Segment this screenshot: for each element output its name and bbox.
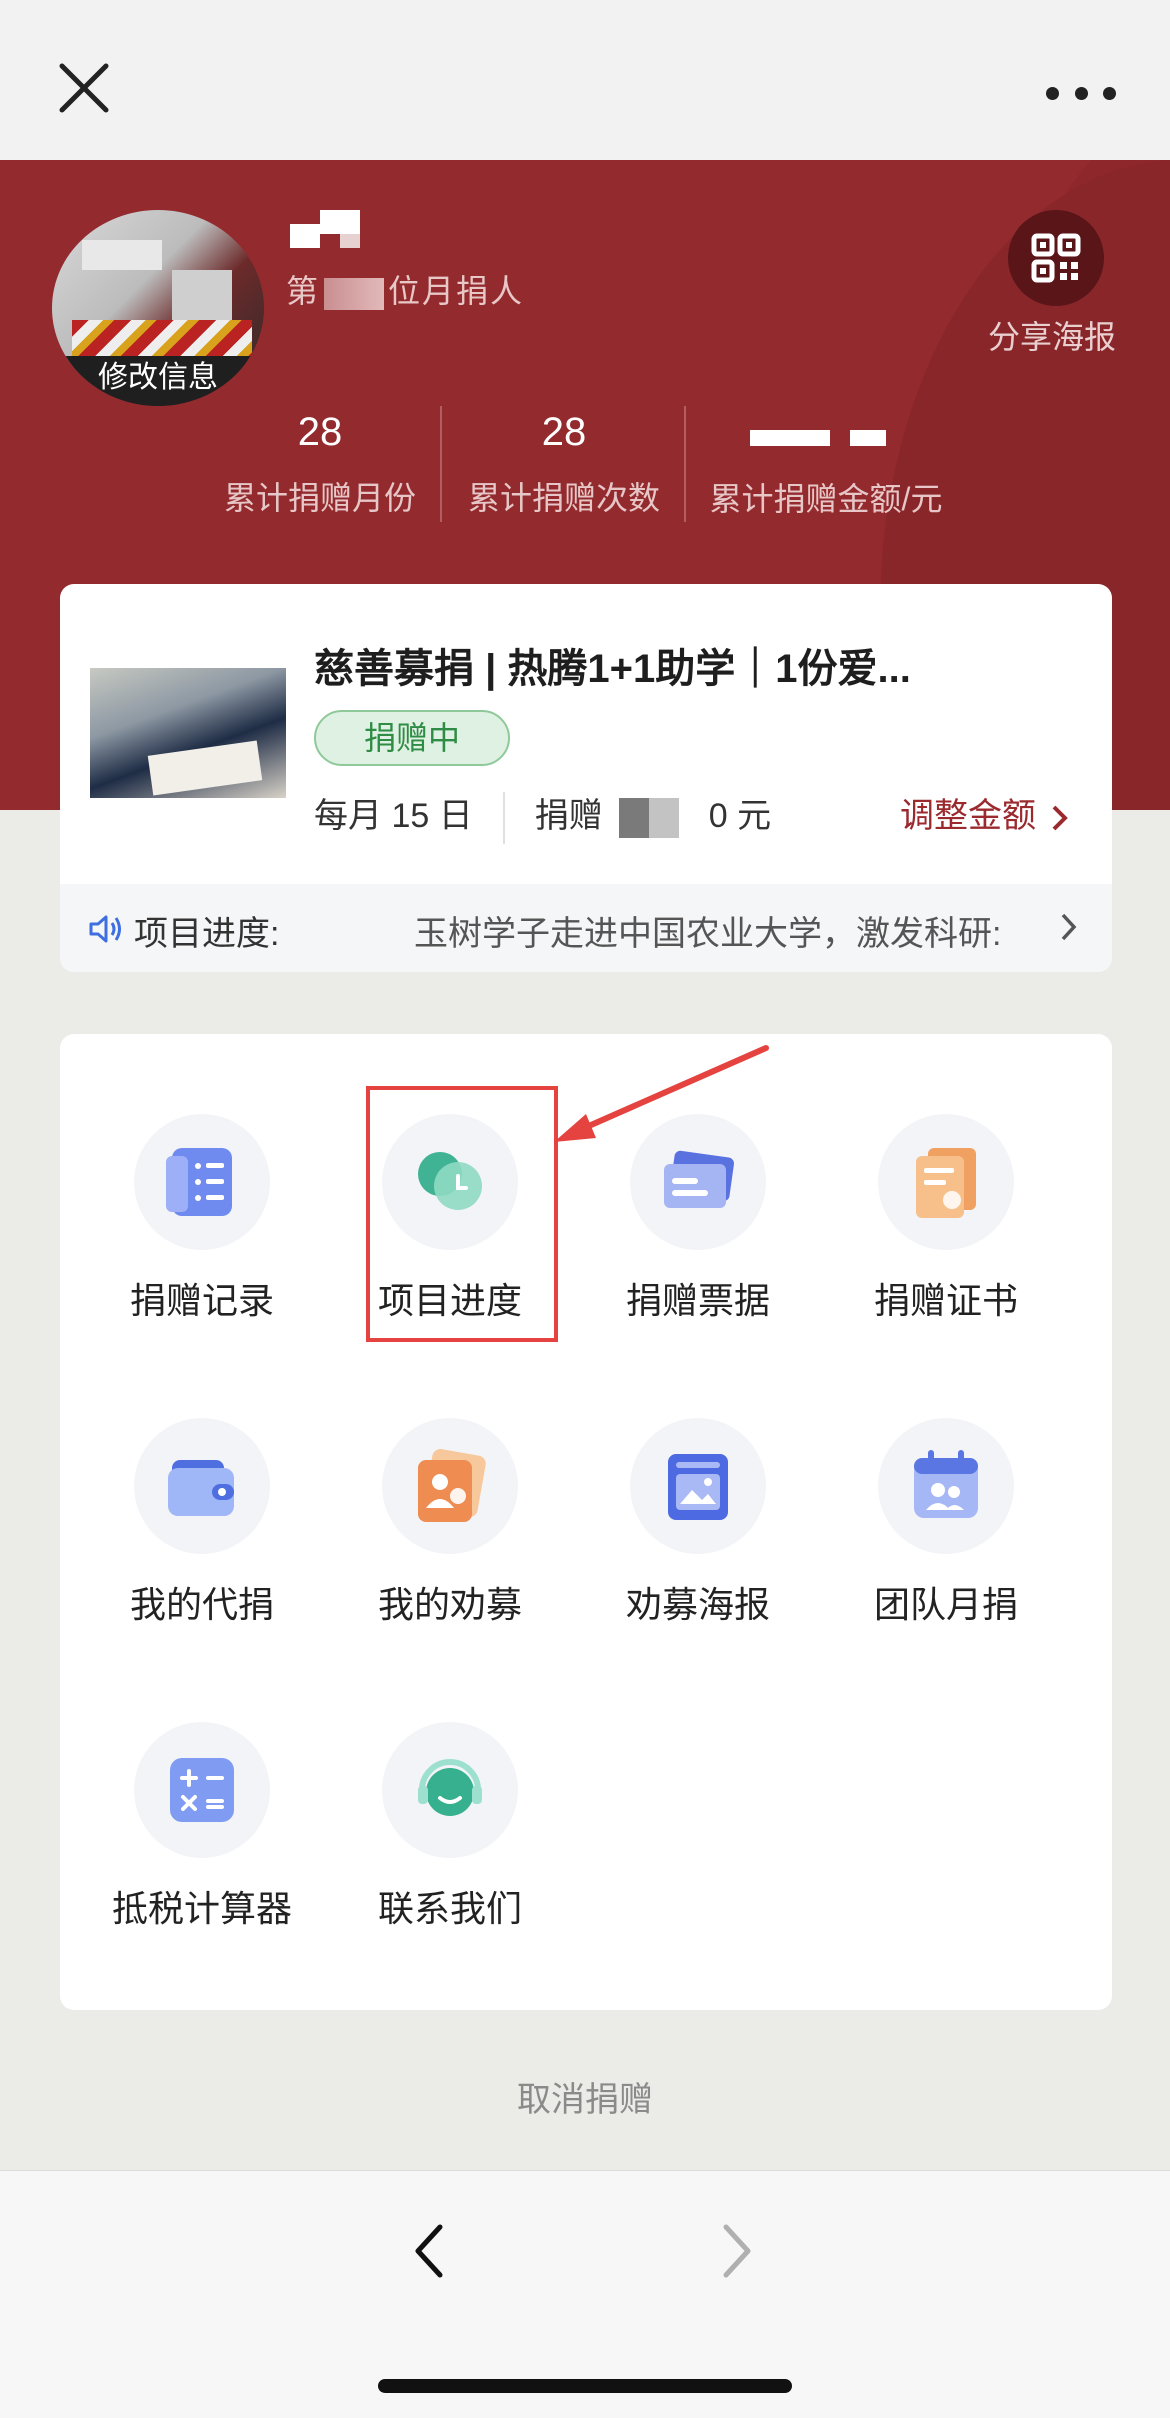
grid-label: 我的劝募 bbox=[377, 1584, 522, 1625]
speaker-icon bbox=[89, 915, 121, 943]
share-poster-label[interactable]: 分享海报 bbox=[988, 312, 1116, 358]
grid-label: 捐赠记录 bbox=[129, 1280, 274, 1321]
grid-label: 劝募海报 bbox=[625, 1584, 770, 1625]
donation-record-icon bbox=[166, 1148, 232, 1216]
stat-count: 28 累计捐赠次数 bbox=[452, 410, 676, 519]
stat-count-value: 28 bbox=[541, 410, 587, 454]
grid-item-team-monthly[interactable]: 团队月捐 bbox=[804, 1418, 1052, 1625]
stat-months: 28 累计捐赠月份 bbox=[210, 410, 430, 519]
chevron-right-icon bbox=[1061, 913, 1077, 941]
edit-info-label[interactable]: 修改信息 bbox=[52, 356, 264, 406]
arrow-annotation bbox=[554, 1045, 769, 1142]
qr-code-icon bbox=[1031, 233, 1081, 283]
grid-label: 联系我们 bbox=[377, 1888, 522, 1929]
grid-label: 抵税计算器 bbox=[111, 1888, 292, 1929]
grid-item-my-fundraising[interactable]: 我的劝募 bbox=[308, 1418, 556, 1625]
stat-count-label: 累计捐赠次数 bbox=[467, 480, 660, 516]
progress-label: 项目进度: bbox=[134, 915, 280, 953]
donation-certificate-icon bbox=[916, 1148, 976, 1218]
rank-suffix: 位月捐人 bbox=[388, 273, 525, 309]
project-title[interactable]: 慈善募捐 | 热腾1+1助学｜1份爱... bbox=[314, 636, 911, 694]
project-card[interactable]: 慈善募捐 | 热腾1+1助学｜1份爱... 捐赠中 每月 15 日 捐赠 0 元 调… bbox=[60, 584, 1112, 972]
back-icon[interactable] bbox=[410, 2221, 450, 2281]
stat-months-value: 28 bbox=[297, 410, 343, 454]
bottom-nav bbox=[0, 2170, 1170, 2418]
stat-months-label: 累计捐赠月份 bbox=[223, 480, 416, 516]
grid-item-proxy-donation[interactable]: 我的代捐 bbox=[60, 1418, 308, 1625]
support-icon bbox=[418, 1759, 482, 1816]
donate-amount: 0 元 bbox=[708, 797, 772, 835]
status-badge: 捐赠中 bbox=[314, 710, 510, 766]
highlight-box bbox=[366, 1086, 558, 1342]
avatar[interactable]: 修改信息 bbox=[52, 210, 264, 406]
forward-icon[interactable] bbox=[716, 2221, 756, 2281]
schedule-text: 每月 15 日 bbox=[314, 797, 473, 835]
adjust-amount-button[interactable]: 调整金额 bbox=[900, 788, 1071, 837]
grid-label: 捐赠票据 bbox=[625, 1280, 770, 1321]
grid-item-donation-record[interactable]: 捐赠记录 bbox=[60, 1114, 308, 1321]
project-progress-ticker[interactable]: 项目进度: 玉树学子走进中国农业大学，激发科研: bbox=[60, 884, 1112, 972]
grid-label: 团队月捐 bbox=[873, 1584, 1018, 1625]
username-masked bbox=[290, 210, 370, 248]
adjust-amount-label: 调整金额 bbox=[900, 797, 1036, 835]
grid-label: 我的代捐 bbox=[129, 1584, 274, 1625]
progress-text: 玉树学子走进中国农业大学，激发科研: bbox=[414, 915, 1002, 953]
grid-item-donation-certificate[interactable]: 捐赠证书 bbox=[804, 1114, 1052, 1321]
home-indicator bbox=[378, 2379, 792, 2393]
chevron-right-icon bbox=[1053, 805, 1069, 831]
wallet-icon bbox=[168, 1460, 234, 1516]
grid-item-contact-us[interactable]: 联系我们 bbox=[308, 1722, 556, 1929]
cancel-donation-button[interactable]: 取消捐赠 bbox=[0, 2072, 1170, 2121]
share-poster-button[interactable] bbox=[1008, 210, 1104, 306]
close-icon[interactable] bbox=[54, 58, 114, 118]
stat-amount-label: 累计捐赠金额/元 bbox=[709, 481, 943, 517]
donor-rank: 第 位月捐人 bbox=[286, 266, 524, 312]
more-icon[interactable] bbox=[1046, 78, 1116, 108]
calculator-icon bbox=[170, 1758, 234, 1822]
top-bar bbox=[0, 0, 1170, 160]
donate-label: 捐赠 bbox=[534, 797, 603, 835]
fundraise-icon bbox=[418, 1449, 486, 1522]
team-calendar-icon bbox=[914, 1450, 978, 1518]
project-thumbnail bbox=[90, 668, 286, 798]
grid-item-fundraising-poster[interactable]: 劝募海报 bbox=[556, 1418, 804, 1625]
grid-item-tax-calculator[interactable]: 抵税计算器 bbox=[60, 1722, 308, 1929]
rank-prefix: 第 bbox=[286, 273, 321, 309]
feature-grid: 捐赠记录 项目进度 捐赠票据 捐赠证书 我的代捐 我的劝募 劝募海报 团队月捐 … bbox=[60, 1034, 1112, 2010]
donation-receipt-icon bbox=[664, 1150, 734, 1208]
poster-icon bbox=[668, 1454, 728, 1520]
grid-label: 捐赠证书 bbox=[873, 1280, 1018, 1321]
stat-amount: 累计捐赠金额/元 bbox=[696, 410, 956, 520]
donation-schedule: 每月 15 日 捐赠 0 元 bbox=[314, 788, 772, 845]
